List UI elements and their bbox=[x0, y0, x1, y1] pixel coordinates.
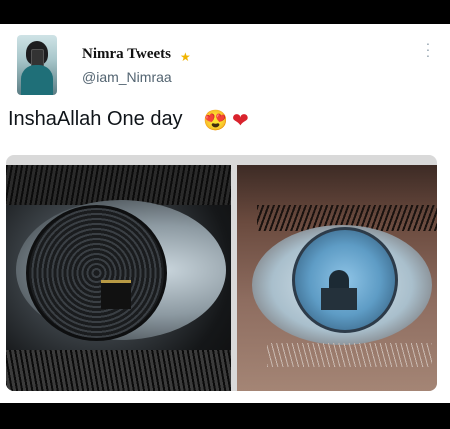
display-name[interactable]: Nimra Tweets bbox=[82, 46, 171, 63]
kaaba-in-eye-image[interactable] bbox=[6, 165, 231, 391]
eye-lashes-bottom bbox=[267, 343, 432, 367]
tweet-media[interactable] bbox=[6, 155, 437, 391]
heart-eyes-emoji: 😍 bbox=[203, 110, 228, 132]
eye-iris bbox=[26, 205, 167, 341]
avatar[interactable] bbox=[17, 35, 57, 95]
mosque-icon bbox=[321, 270, 357, 310]
user-handle[interactable]: @iam_Nimraa bbox=[82, 69, 172, 85]
mosque-in-eye-image[interactable] bbox=[237, 165, 437, 391]
more-vertical-icon[interactable]: · · · bbox=[424, 36, 432, 62]
eye-lashes-top bbox=[6, 165, 231, 205]
star-icon: ★ bbox=[180, 50, 191, 64]
avatar-body bbox=[21, 65, 53, 95]
tweet-text: InshaAllah One day bbox=[8, 108, 183, 130]
eye-lashes-bottom bbox=[6, 350, 231, 391]
red-heart-emoji: ❤ bbox=[232, 110, 249, 132]
tweet-card[interactable]: Nimra Tweets ★ @iam_Nimraa · · · InshaAlla… bbox=[0, 24, 450, 403]
kaaba-icon bbox=[101, 280, 131, 309]
